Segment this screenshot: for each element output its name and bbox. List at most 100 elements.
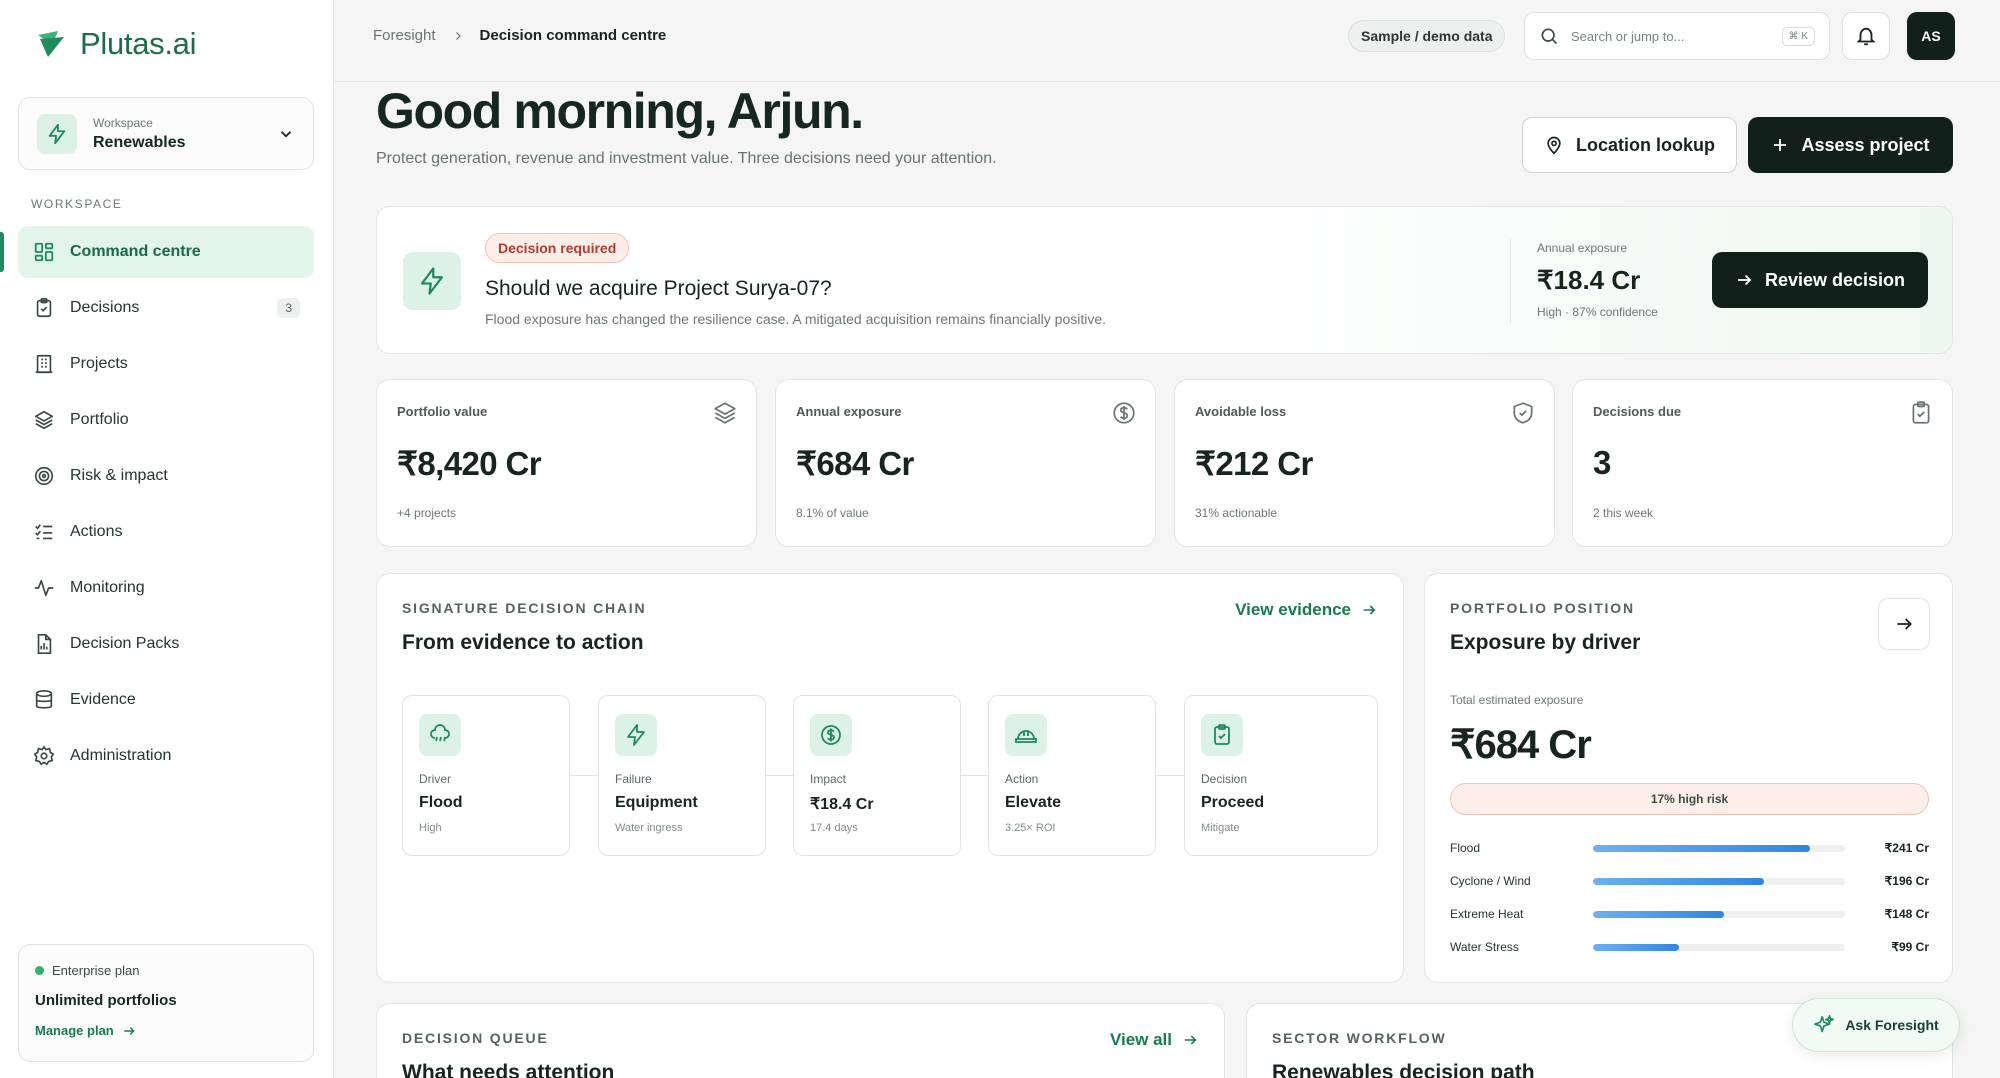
- database-icon: [32, 688, 56, 712]
- plan-status: Enterprise plan: [52, 963, 140, 978]
- plan-name: Unlimited portfolios: [35, 992, 177, 1009]
- driver-row: Flood ₹241 Cr: [1450, 838, 1929, 858]
- decision-required-badge: Decision required: [485, 233, 630, 263]
- kpi-subtext: +4 projects: [397, 506, 457, 520]
- clipboard-check-icon: [1912, 401, 1930, 424]
- gear-icon: [32, 744, 56, 768]
- kpi-card-avoidable-loss[interactable]: Avoidable loss ₹212 Cr 31% actionable: [1174, 379, 1555, 547]
- portfolio-position-card: PORTFOLIO POSITION Exposure by driver To…: [1424, 573, 1953, 983]
- ask-foresight-button[interactable]: Ask Foresight: [1792, 998, 1960, 1052]
- kpi-value: ₹8,420 Cr: [397, 445, 542, 482]
- dollar-circle-icon: [1113, 402, 1135, 424]
- bolt-icon: [403, 252, 461, 310]
- chevron-down-icon: [280, 130, 292, 138]
- chain-step-action[interactable]: Action Elevate 3.25× ROI: [988, 695, 1156, 856]
- brand-logo[interactable]: Plutas.ai: [34, 26, 197, 62]
- decision-chain-card: SIGNATURE DECISION CHAIN From evidence t…: [376, 573, 1404, 983]
- location-lookup-label: Location lookup: [1576, 134, 1715, 155]
- plan-card: Enterprise plan Unlimited portfolios Man…: [18, 944, 314, 1062]
- sidebar-item-portfolio[interactable]: Portfolio: [18, 394, 314, 446]
- search-placeholder: Search or jump to...: [1571, 28, 1685, 44]
- driver-bar-track: [1593, 844, 1845, 852]
- sidebar-item-evidence[interactable]: Evidence: [18, 674, 314, 726]
- queue-title: What needs attention: [402, 1061, 615, 1078]
- kpi-subtext: 2 this week: [1593, 506, 1654, 520]
- shield-check-icon: [1513, 402, 1533, 424]
- sidebar-item-decision-packs[interactable]: Decision Packs: [18, 618, 314, 670]
- chain-step-failure[interactable]: Failure Equipment Water ingress: [598, 695, 766, 856]
- sidebar-item-administration[interactable]: Administration: [18, 730, 314, 782]
- target-icon: [32, 464, 56, 488]
- dollar-circle-icon: [810, 714, 852, 756]
- sparkle-icon: [1814, 1015, 1835, 1033]
- kpi-card-portfolio-value[interactable]: Portfolio value ₹8,420 Cr +4 projects: [376, 379, 757, 547]
- sidebar-item-command-centre[interactable]: Command centre: [0, 226, 314, 278]
- sidebar-item-risk-impact[interactable]: Risk & impact: [18, 450, 314, 502]
- ask-foresight-label: Ask Foresight: [1845, 1017, 1939, 1033]
- exposure-label: Annual exposure: [1537, 241, 1628, 255]
- exposure-value: ₹18.4 Cr: [1537, 265, 1641, 295]
- kpi-label: Decisions due: [1593, 404, 1682, 419]
- kpi-card-decisions-due[interactable]: Decisions due 3 2 this week: [1572, 379, 1953, 547]
- driver-name: Cyclone / Wind: [1450, 874, 1531, 888]
- manage-plan-link[interactable]: Manage plan: [35, 1023, 297, 1038]
- sidebar-item-label: Command centre: [70, 243, 201, 260]
- location-lookup-button[interactable]: Location lookup: [1522, 117, 1737, 173]
- chain-step-impact[interactable]: Impact ₹18.4 Cr 17.4 days: [793, 695, 961, 856]
- breadcrumb-root[interactable]: Foresight: [373, 27, 436, 44]
- arrow-right-icon: [1184, 1035, 1197, 1045]
- workspace-name: Renewables: [93, 133, 186, 151]
- search-input[interactable]: Search or jump to... ⌘ K: [1524, 12, 1830, 60]
- workspace-label: Workspace: [93, 115, 153, 130]
- review-decision-button[interactable]: Review decision: [1712, 252, 1928, 308]
- driver-bar-fill: [1593, 943, 1679, 951]
- manage-plan-label: Manage plan: [35, 1023, 114, 1038]
- sidebar-item-decisions[interactable]: Decisions 3: [18, 282, 314, 334]
- step-subtext: Mitigate: [1201, 822, 1240, 834]
- driver-name: Extreme Heat: [1450, 907, 1524, 921]
- sidebar-item-label: Decision Packs: [70, 635, 180, 652]
- view-all-label: View all: [1109, 1030, 1172, 1049]
- sidebar-item-label: Administration: [70, 747, 172, 764]
- view-all-link[interactable]: View all: [1110, 1030, 1198, 1050]
- queue-eyebrow: DECISION QUEUE: [402, 1030, 549, 1046]
- sidebar-item-label: Evidence: [70, 691, 136, 708]
- driver-bar-track: [1593, 943, 1845, 951]
- sidebar-item-actions[interactable]: Actions: [18, 506, 314, 558]
- building-icon: [32, 352, 56, 376]
- chain-step-decision[interactable]: Decision Proceed Mitigate: [1184, 695, 1378, 856]
- assess-project-button[interactable]: Assess project: [1748, 117, 1953, 173]
- open-portfolio-button[interactable]: [1878, 598, 1930, 650]
- step-subtext: 3.25× ROI: [1005, 822, 1056, 834]
- driver-bar-track: [1593, 877, 1845, 885]
- clipboard-icon: [32, 296, 56, 320]
- decision-description: Flood exposure has changed the resilienc…: [485, 311, 1107, 327]
- plus-icon: [1774, 139, 1787, 151]
- kpi-label: Annual exposure: [796, 404, 902, 419]
- driver-bar-fill: [1593, 877, 1765, 885]
- driver-row: Water Stress ₹99 Cr: [1450, 937, 1929, 957]
- workspace-switcher[interactable]: Workspace Renewables: [18, 97, 314, 170]
- notifications-button[interactable]: [1842, 12, 1890, 60]
- kpi-card-annual-exposure[interactable]: Annual exposure ₹684 Cr 8.1% of value: [775, 379, 1156, 547]
- driver-bar-fill: [1593, 910, 1725, 918]
- chain-title: From evidence to action: [402, 631, 644, 654]
- driver-name: Water Stress: [1450, 940, 1519, 954]
- view-evidence-link[interactable]: View evidence: [1235, 600, 1377, 620]
- portfolio-title: Exposure by driver: [1450, 631, 1641, 654]
- driver-bar-fill: [1593, 844, 1810, 852]
- bolt-icon: [615, 714, 657, 756]
- sidebar: Plutas.ai Workspace Renewables WORKSPACE…: [0, 0, 334, 1078]
- total-exposure-label: Total estimated exposure: [1450, 693, 1584, 707]
- hard-hat-icon: [1005, 714, 1047, 756]
- page-subtitle: Protect generation, revenue and investme…: [376, 150, 997, 167]
- sidebar-item-projects[interactable]: Projects: [18, 338, 314, 390]
- exposure-confidence: High · 87% confidence: [1537, 305, 1658, 319]
- sidebar-item-monitoring[interactable]: Monitoring: [18, 562, 314, 614]
- sidebar-item-label: Projects: [70, 355, 128, 372]
- avatar[interactable]: AS: [1907, 12, 1955, 60]
- chain-step-driver[interactable]: Driver Flood High: [402, 695, 570, 856]
- map-pin-icon: [1547, 136, 1561, 155]
- driver-row: Extreme Heat ₹148 Cr: [1450, 904, 1929, 924]
- decision-queue-card: DECISION QUEUE What needs attention View…: [376, 1003, 1225, 1078]
